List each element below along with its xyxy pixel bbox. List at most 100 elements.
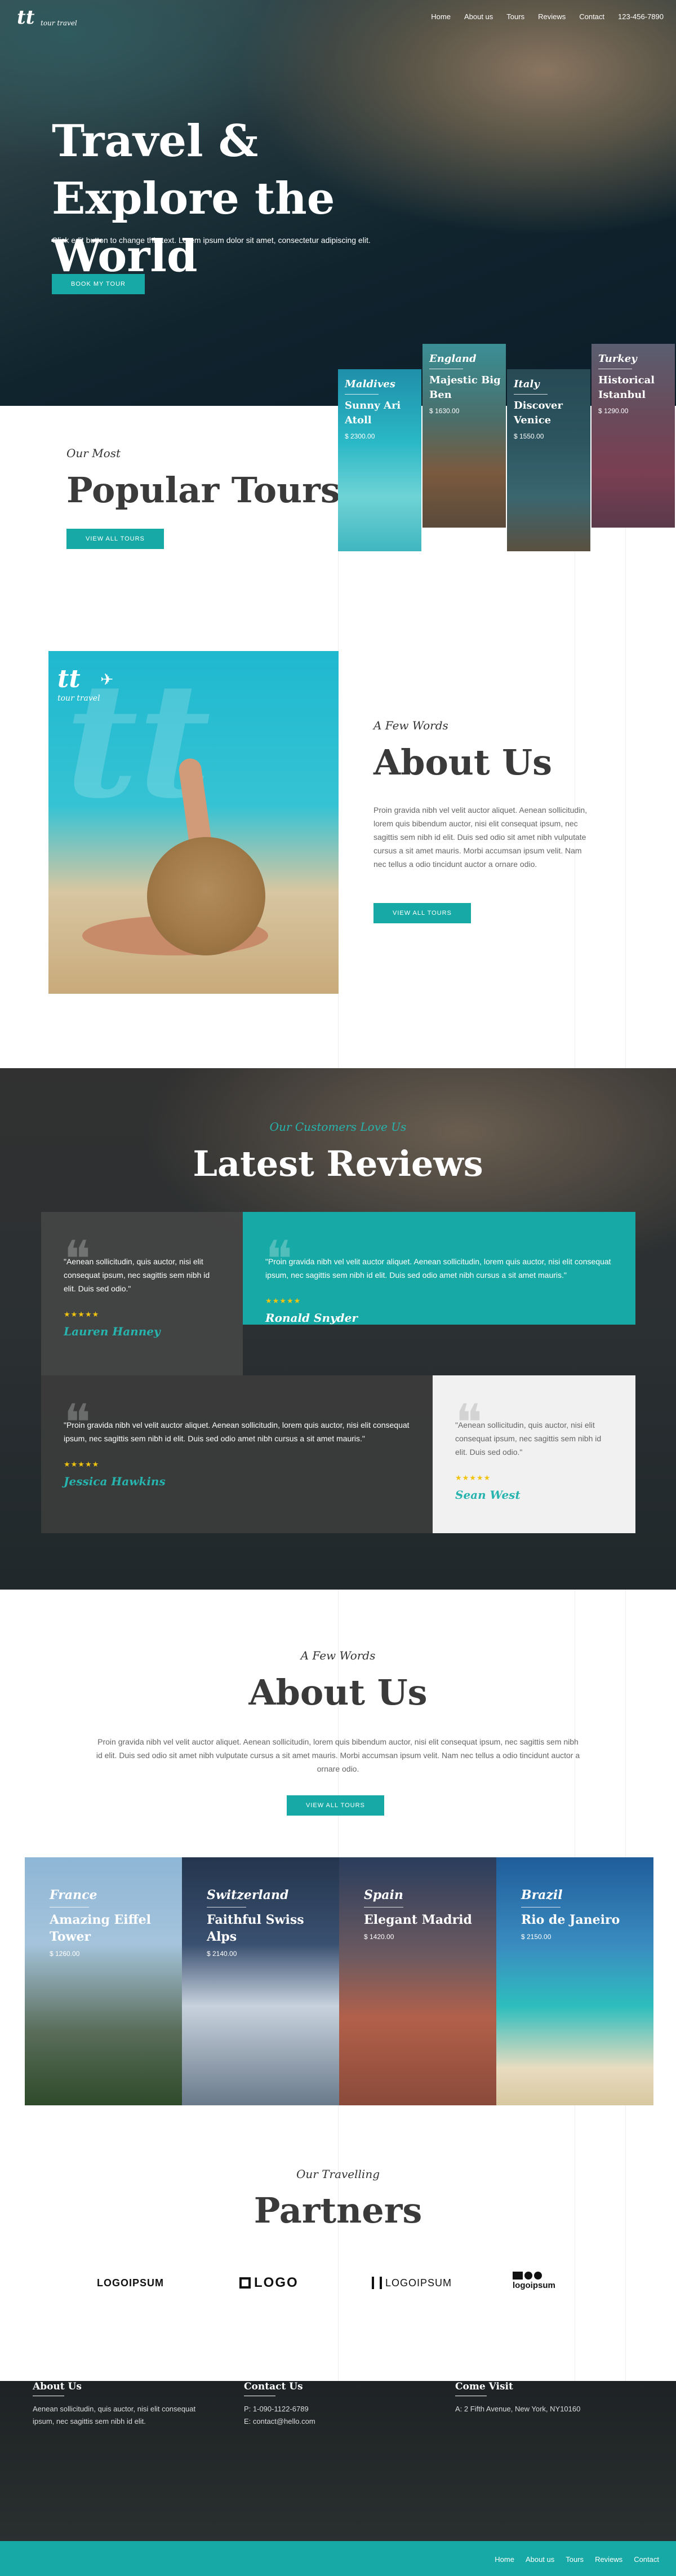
about2-text: Proin gravida nibh vel velit auctor aliq… [96, 1737, 580, 1773]
destination-price: $ 2140.00 [207, 1950, 237, 1958]
partners-title: Partners [254, 2190, 422, 2231]
review-stars: ★★★★★ [265, 1296, 301, 1305]
footer: About Us Aenean sollicitudin, quis aucto… [0, 2381, 676, 2541]
logo-mark: tt [17, 6, 35, 29]
hero-subtitle: Click edit button to change this text. L… [52, 236, 371, 245]
footer-nav-tours[interactable]: Tours [566, 2555, 584, 2564]
tour-price: $ 1290.00 [598, 407, 629, 415]
footer-visit-title: Come Visit [455, 2381, 513, 2392]
view-all-tours-button[interactable]: VIEW ALL TOURS [66, 529, 164, 549]
footer-contact-title: Contact Us [244, 2381, 303, 2392]
review-author: Jessica Hawkins [64, 1475, 166, 1488]
view-all-tours-button[interactable]: VIEW ALL TOURS [373, 903, 471, 923]
nav-about[interactable]: About us [464, 12, 493, 21]
hero-section: tt tour travel Home About us Tours Revie… [0, 0, 676, 406]
tour-country: Maldives [345, 378, 395, 390]
footer-nav-about[interactable]: About us [526, 2555, 554, 2564]
reviews-title: Latest Reviews [193, 1143, 483, 1184]
review-text: "Aenean sollicitudin, quis auctor, nisi … [455, 1420, 602, 1457]
footer-nav-reviews[interactable]: Reviews [595, 2555, 622, 2564]
footer-phone[interactable]: P: 1-090-1122-6789 [244, 2403, 413, 2415]
review-card: ❝ "Aenean sollicitudin, quis auctor, nis… [41, 1212, 243, 1375]
review-stars: ★★★★★ [64, 1460, 100, 1468]
partner-logo-2[interactable]: LOGO [239, 2272, 299, 2294]
tour-card-italy[interactable]: Italy Discover Venice $ 1550.00 [507, 369, 590, 551]
review-author: Lauren Hanney [64, 1325, 161, 1338]
nav-tours[interactable]: Tours [506, 12, 524, 21]
destination-name-text: Elegant Madrid [364, 1913, 472, 1927]
divider [345, 394, 379, 395]
tour-name: Sunny Ari Atoll $ 2300.00 [345, 399, 418, 444]
divider [514, 394, 548, 395]
partner-logo-text: LOGOIPSUM [97, 2277, 164, 2289]
bars-logo-icon [372, 2277, 382, 2289]
footer-about-title: About Us [33, 2381, 82, 2392]
popular-subtitle: Our Most [66, 446, 121, 460]
about2-subtitle: A Few Words [300, 1649, 376, 1662]
tour-name-text: Majestic Big Ben [429, 374, 501, 401]
about-title: About Us [373, 742, 553, 783]
destination-country: France [50, 1888, 97, 1902]
tour-name-text: Historical Istanbul [598, 374, 655, 401]
review-stars: ★★★★★ [64, 1310, 100, 1318]
tour-price: $ 1550.00 [514, 432, 544, 440]
site-logo[interactable]: tt tour travel [17, 6, 77, 29]
book-tour-button[interactable]: BOOK MY TOUR [52, 274, 145, 294]
destination-name: Elegant Madrid $ 1420.00 [364, 1911, 493, 1945]
destination-name: Faithful Swiss Alps $ 2140.00 [207, 1911, 336, 1962]
tour-country: England [429, 353, 477, 365]
destination-name-text: Faithful Swiss Alps [207, 1913, 304, 1944]
destination-name: Rio de Janeiro $ 2150.00 [521, 1911, 651, 1945]
destination-name-text: Rio de Janeiro [521, 1913, 620, 1927]
square-logo-icon [239, 2277, 251, 2289]
destination-card-switzerland[interactable]: Switzerland Faithful Swiss Alps $ 2140.00 [182, 1857, 339, 2105]
destination-country: Brazil [521, 1888, 563, 1902]
about2-title: About Us [248, 1672, 428, 1713]
tour-country: Italy [514, 378, 540, 390]
footer-about: About Us Aenean sollicitudin, quis aucto… [33, 2381, 219, 2428]
logo-tagline: tour travel [41, 19, 77, 27]
nav-home[interactable]: Home [431, 12, 451, 21]
tour-name: Discover Venice $ 1550.00 [514, 399, 587, 444]
plane-icon: ✈ [100, 671, 114, 688]
footer-nav-home[interactable]: Home [495, 2555, 514, 2564]
tour-name-text: Discover Venice [514, 400, 563, 426]
tour-name: Majestic Big Ben $ 1630.00 [429, 373, 502, 418]
hero-title: Travel & Explore the World [52, 116, 335, 282]
reviews-subtitle: Our Customers Love Us [269, 1120, 407, 1134]
tour-country: Turkey [598, 353, 637, 365]
tour-card-maldives[interactable]: Maldives Sunny Ari Atoll $ 2300.00 [338, 369, 421, 551]
footer-email[interactable]: E: contact@hello.com [244, 2415, 413, 2428]
review-text: "Proin gravida nibh vel velit auctor ali… [64, 1420, 410, 1443]
partner-logo-3[interactable]: LOGOIPSUM [372, 2272, 452, 2294]
footer-bottom-bar: Home About us Tours Reviews Contact [0, 2541, 676, 2576]
destination-country: Switzerland [207, 1888, 289, 1902]
destination-price: $ 1260.00 [50, 1950, 80, 1958]
tour-card-england[interactable]: England Majestic Big Ben $ 1630.00 [422, 344, 506, 528]
destination-card-spain[interactable]: Spain Elegant Madrid $ 1420.00 [339, 1857, 496, 2105]
nav-phone[interactable]: 123-456-7890 [618, 12, 664, 21]
tour-price: $ 1630.00 [429, 407, 460, 415]
reviews-section: Our Customers Love Us Latest Reviews ❝ "… [0, 1068, 676, 1590]
partner-logo-4[interactable]: logoipsum [513, 2272, 555, 2294]
review-author: Sean West [455, 1488, 521, 1502]
image-logo-tagline: tour travel [57, 694, 100, 703]
footer-visit: Come Visit A: 2 Fifth Avenue, New York, … [455, 2381, 647, 2415]
footer-nav-contact[interactable]: Contact [634, 2555, 659, 2564]
nav-reviews[interactable]: Reviews [538, 12, 566, 21]
partner-logo-text: LOGO [254, 2275, 299, 2290]
tour-card-turkey[interactable]: Turkey Historical Istanbul $ 1290.00 [592, 344, 675, 528]
destination-card-brazil[interactable]: Brazil Rio de Janeiro $ 2150.00 [496, 1857, 653, 2105]
nav-contact[interactable]: Contact [579, 12, 604, 21]
partner-logo-text: LOGOIPSUM [385, 2277, 452, 2289]
footer-contact: Contact Us P: 1-090-1122-6789 E: contact… [244, 2381, 413, 2428]
destination-card-france[interactable]: France Amazing Eiffel Tower $ 1260.00 [25, 1857, 182, 2105]
popular-title: Popular Tours [66, 470, 340, 511]
tour-name-text: Sunny Ari Atoll [345, 400, 401, 426]
footer-menu: Home About us Tours Reviews Contact [483, 2555, 659, 2564]
shapes-logo-icon [513, 2272, 542, 2280]
about-text: Proin gravida nibh vel velit auctor aliq… [373, 805, 588, 869]
view-all-tours-button[interactable]: VIEW ALL TOURS [287, 1795, 384, 1816]
review-card: ❝ "Proin gravida nibh vel velit auctor a… [243, 1212, 635, 1325]
partner-logo-1[interactable]: LOGOIPSUM [97, 2272, 164, 2294]
